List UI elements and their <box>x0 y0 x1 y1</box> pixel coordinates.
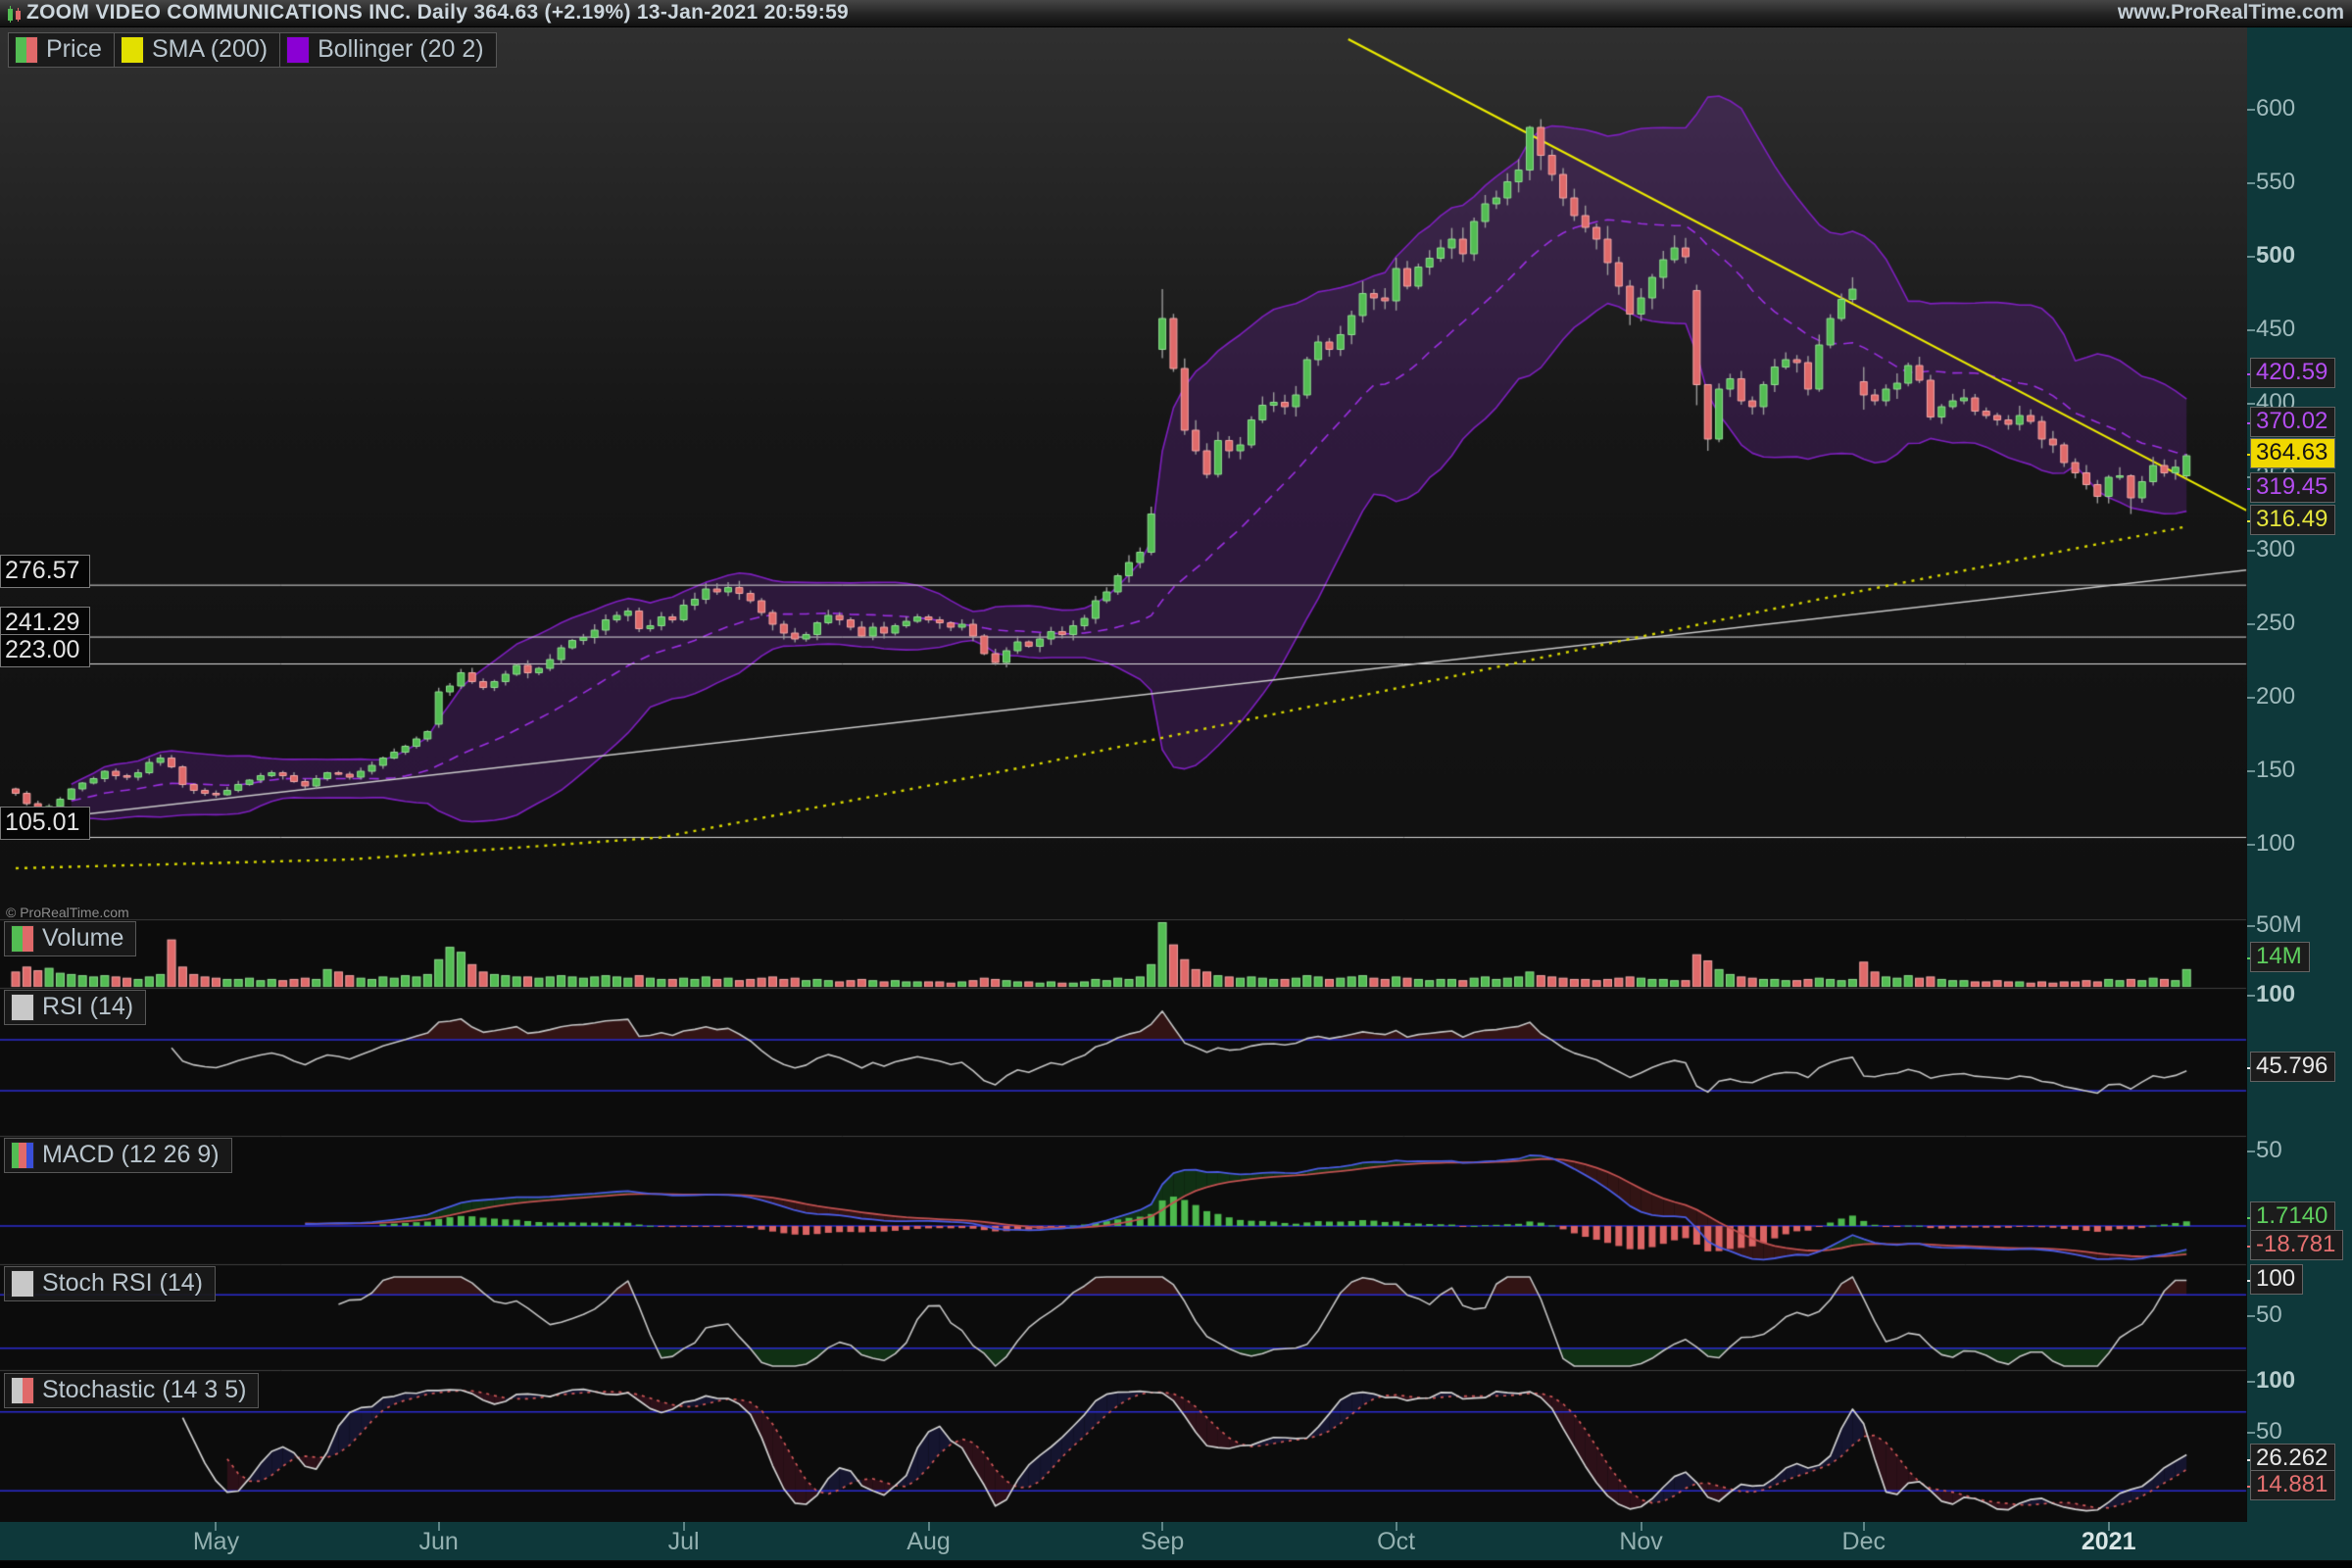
stochrsi-axis-tick-mark <box>2247 1315 2255 1317</box>
price-axis-tick-mark <box>2247 623 2255 625</box>
price-axis-tick-mark <box>2247 550 2255 552</box>
price-axis-tick-mark <box>2247 256 2255 258</box>
price-axis-tick-label-300: 300 <box>2256 536 2295 564</box>
price-axis-value-label-319.45: 319.45 <box>2250 472 2335 503</box>
stochastic-axis-tick-label-50: 50 <box>2256 1418 2282 1446</box>
legend-label: Price <box>46 35 102 64</box>
window-title: ZOOM VIDEO COMMUNICATIONS INC. Daily 364… <box>26 1 849 24</box>
price-axis-value-label-316.49: 316.49 <box>2250 505 2335 535</box>
price-axis-tick-label-100: 100 <box>2256 830 2295 858</box>
legend-swatch-icon <box>11 1142 34 1169</box>
price-axis-tick-label-500: 500 <box>2256 242 2295 270</box>
brand-link[interactable]: www.ProRealTime.com <box>2118 1 2344 24</box>
chart-canvas[interactable] <box>0 0 2352 1568</box>
price-axis-tick-mark <box>2247 844 2255 846</box>
time-axis-label-Nov: Nov <box>1619 1528 1662 1556</box>
price-legend: Price SMA (200) Bollinger (20 2) <box>8 32 497 68</box>
legend-swatch-icon <box>15 36 38 64</box>
price-legend-item-bollinger-20-2-[interactable]: Bollinger (20 2) <box>280 32 497 68</box>
volume-axis-tick-label-50M: 50M <box>2256 911 2302 939</box>
price-axis-tick-label-600: 600 <box>2256 95 2295 122</box>
price-axis-tick-mark <box>2247 770 2255 772</box>
rsi-axis-tick-label-100: 100 <box>2256 981 2295 1008</box>
stochastic-axis-tick-mark <box>2247 1381 2255 1383</box>
price-axis-tick-mark <box>2247 403 2255 405</box>
legend-label: Stoch RSI (14) <box>42 1269 203 1298</box>
macd-axis-value-label--18.781: -18.781 <box>2250 1230 2343 1260</box>
macd-axis-tick-label-50: 50 <box>2256 1137 2282 1164</box>
legend-label: RSI (14) <box>42 993 133 1021</box>
macd-axis-value-label-1.7140: 1.7140 <box>2250 1201 2335 1232</box>
legend-swatch-icon <box>286 36 310 64</box>
price-axis-tick-label-450: 450 <box>2256 316 2295 343</box>
stochrsi-legend: Stoch RSI (14) <box>4 1266 216 1301</box>
time-axis-label-Oct: Oct <box>1377 1528 1415 1556</box>
price-axis-value-label-364.63: 364.63 <box>2250 438 2335 468</box>
price-axis-tick-label-550: 550 <box>2256 169 2295 196</box>
price-level-label-223.00: 223.00 <box>0 634 90 667</box>
price-axis-tick-label-200: 200 <box>2256 683 2295 710</box>
legend-label: Stochastic (14 3 5) <box>42 1376 246 1404</box>
rsi-axis-tick-mark <box>2247 995 2255 997</box>
price-axis-tick-mark <box>2247 109 2255 111</box>
price-axis-tick-label-150: 150 <box>2256 757 2295 784</box>
stochastic-axis-tick-label-100: 100 <box>2256 1367 2295 1395</box>
volume-legend-item-volume[interactable]: Volume <box>4 921 136 956</box>
time-axis-label-2021: 2021 <box>2082 1528 2136 1556</box>
price-legend-item-price[interactable]: Price <box>8 32 115 68</box>
volume-axis-tick-mark <box>2247 925 2255 927</box>
legend-swatch-icon <box>121 36 144 64</box>
price-axis-tick-mark <box>2247 329 2255 331</box>
stochrsi-axis-value-label-100: 100 <box>2250 1264 2303 1295</box>
stoch-legend-item-stochastic-14-3-5-[interactable]: Stochastic (14 3 5) <box>4 1373 259 1408</box>
time-axis-label-May: May <box>193 1528 239 1556</box>
price-axis-value-label-370.02: 370.02 <box>2250 407 2335 437</box>
price-level-label-276.57: 276.57 <box>0 555 90 588</box>
legend-swatch-icon <box>11 1377 34 1404</box>
price-axis-value-label-420.59: 420.59 <box>2250 358 2335 388</box>
time-axis-label-Jun: Jun <box>419 1528 459 1556</box>
legend-swatch-icon <box>11 994 34 1021</box>
legend-label: MACD (12 26 9) <box>42 1141 220 1169</box>
macd-legend-item-macd-12-26-9-[interactable]: MACD (12 26 9) <box>4 1138 232 1173</box>
price-legend-item-sma-200-[interactable]: SMA (200) <box>115 32 280 68</box>
stochrsi-axis-tick-label-50: 50 <box>2256 1301 2282 1329</box>
price-axis-tick-label-250: 250 <box>2256 610 2295 637</box>
rsi-axis-value-label-45.796: 45.796 <box>2250 1052 2335 1082</box>
rsi-legend-item-rsi-14-[interactable]: RSI (14) <box>4 990 146 1025</box>
stoch-legend: Stochastic (14 3 5) <box>4 1373 259 1408</box>
title-bar: ZOOM VIDEO COMMUNICATIONS INC. Daily 364… <box>0 0 2352 27</box>
legend-swatch-icon <box>11 1270 34 1298</box>
stochrsi-legend-item-stoch-rsi-14-[interactable]: Stoch RSI (14) <box>4 1266 216 1301</box>
candlestick-icon <box>6 5 24 23</box>
stochastic-axis-tick-mark <box>2247 1432 2255 1434</box>
proRealTime-chart-window: ZOOM VIDEO COMMUNICATIONS INC. Daily 364… <box>0 0 2352 1568</box>
legend-swatch-icon <box>11 925 34 953</box>
time-axis-label-Sep: Sep <box>1141 1528 1184 1556</box>
price-axis-tick-mark <box>2247 697 2255 699</box>
legend-label: Bollinger (20 2) <box>318 35 484 64</box>
price-axis-tick-mark <box>2247 182 2255 184</box>
price-level-label-105.01: 105.01 <box>0 807 90 840</box>
volume-legend: Volume <box>4 921 136 956</box>
stochastic-axis-value-label-14.881: 14.881 <box>2250 1470 2335 1500</box>
volume-axis-value-label-14M: 14M <box>2250 942 2310 972</box>
macd-axis-tick-mark <box>2247 1151 2255 1152</box>
legend-label: SMA (200) <box>152 35 268 64</box>
time-axis-label-Dec: Dec <box>1842 1528 1886 1556</box>
copyright-watermark: © ProRealTime.com <box>6 905 129 920</box>
legend-label: Volume <box>42 924 123 953</box>
time-axis-label-Jul: Jul <box>668 1528 700 1556</box>
macd-legend: MACD (12 26 9) <box>4 1138 232 1173</box>
time-axis-label-Aug: Aug <box>906 1528 950 1556</box>
rsi-legend: RSI (14) <box>4 990 146 1025</box>
